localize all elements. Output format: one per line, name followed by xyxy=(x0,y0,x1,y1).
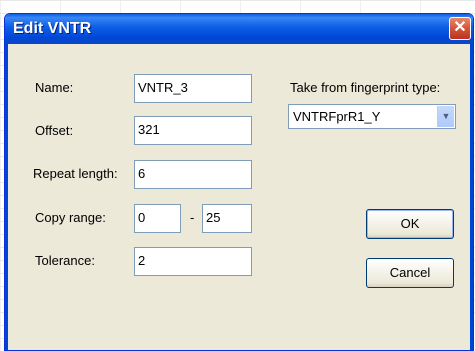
offset-label: Offset: xyxy=(35,123,74,138)
offset-input[interactable]: 321 xyxy=(134,116,252,145)
title-bar[interactable]: Edit VNTR ✕ xyxy=(5,14,473,44)
edit-vntr-dialog: Edit VNTR ✕ Name: VNTR_3 Offset: 321 Rep… xyxy=(4,13,474,351)
window-title: Edit VNTR xyxy=(13,20,92,37)
fingerprint-type-label: Take from fingerprint type: xyxy=(290,80,441,95)
copy-range-label: Copy range: xyxy=(35,210,106,225)
close-button[interactable]: ✕ xyxy=(449,17,471,40)
tolerance-input[interactable]: 2 xyxy=(134,247,252,276)
cancel-button[interactable]: Cancel xyxy=(366,258,454,288)
ok-button[interactable]: OK xyxy=(366,209,454,239)
close-icon: ✕ xyxy=(453,19,467,36)
repeat-length-label: Repeat length: xyxy=(33,166,118,181)
repeat-length-input[interactable]: 6 xyxy=(134,160,252,189)
chevron-down-icon[interactable]: ▼ xyxy=(437,106,454,127)
name-input[interactable]: VNTR_3 xyxy=(134,74,252,103)
fingerprint-type-select[interactable]: VNTRFprR1_Y ▼ xyxy=(288,104,456,129)
fingerprint-type-value: VNTRFprR1_Y xyxy=(293,109,381,124)
dialog-body: Name: VNTR_3 Offset: 321 Repeat length: … xyxy=(5,44,473,350)
copy-range-from-input[interactable]: 0 xyxy=(134,204,181,233)
name-label: Name: xyxy=(35,80,74,95)
tolerance-label: Tolerance: xyxy=(35,253,95,268)
copy-range-to-input[interactable]: 25 xyxy=(202,204,252,233)
copy-range-separator: - xyxy=(190,210,195,225)
